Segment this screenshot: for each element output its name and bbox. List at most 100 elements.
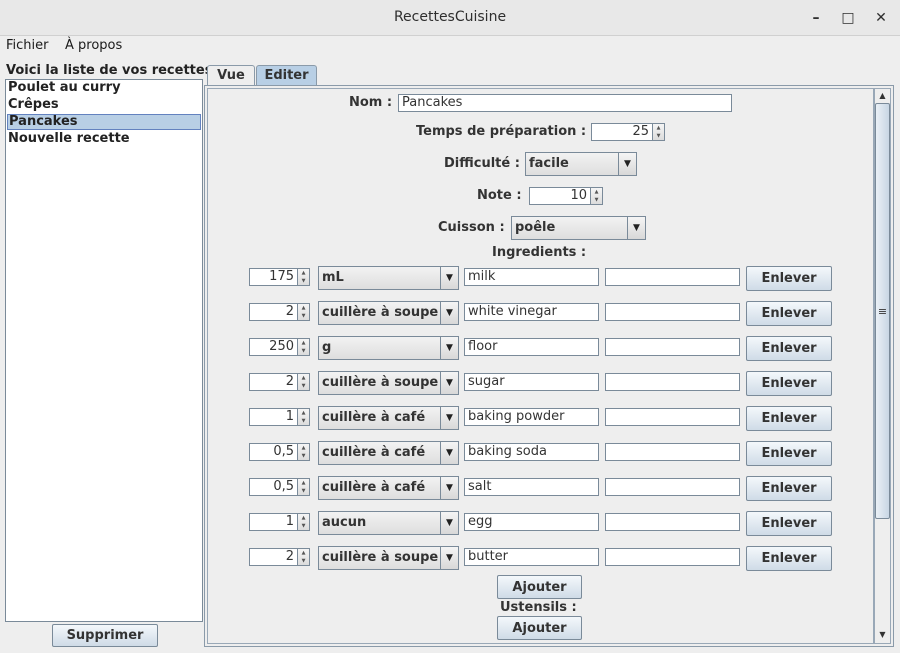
ingredient-unit-combo[interactable]: g ▼ [318, 336, 459, 360]
add-ingredient-button[interactable]: Ajouter [497, 575, 582, 599]
spin-down-icon[interactable]: ▼ [302, 313, 306, 319]
ingredient-extra-field[interactable] [605, 443, 740, 461]
recipe-item-crepes[interactable]: Crêpes [7, 97, 201, 113]
ingredient-name-field[interactable]: baking soda [464, 443, 599, 461]
spin-up-icon[interactable]: ▲ [302, 480, 306, 486]
maximize-button[interactable]: □ [838, 8, 858, 28]
spin-up-icon[interactable]: ▲ [302, 375, 306, 381]
ingredient-quantity-field[interactable]: 1 [249, 408, 298, 426]
ingredient-quantity-spinner[interactable]: ▲ ▼ [298, 268, 310, 286]
spin-down-icon[interactable]: ▼ [302, 558, 306, 564]
spin-up-icon[interactable]: ▲ [657, 125, 661, 131]
spin-up-icon[interactable]: ▲ [302, 515, 306, 521]
remove-ingredient-button[interactable]: Enlever [746, 546, 832, 571]
ingredient-quantity-field[interactable]: 175 [249, 268, 298, 286]
spin-down-icon[interactable]: ▼ [657, 133, 661, 139]
temps-field[interactable]: 25 [591, 123, 653, 141]
spin-up-icon[interactable]: ▲ [302, 410, 306, 416]
ingredient-name-field[interactable]: milk [464, 268, 599, 286]
cuisson-combo[interactable]: poêle ▼ [511, 216, 646, 240]
chevron-down-icon[interactable]: ▼ [440, 407, 458, 429]
ingredient-name-field[interactable]: floor [464, 338, 599, 356]
ingredient-extra-field[interactable] [605, 408, 740, 426]
chevron-down-icon[interactable]: ▼ [440, 442, 458, 464]
ingredient-name-field[interactable]: egg [464, 513, 599, 531]
remove-ingredient-button[interactable]: Enlever [746, 336, 832, 361]
ingredient-quantity-field[interactable]: 2 [249, 303, 298, 321]
ingredient-quantity-field[interactable]: 0,5 [249, 478, 298, 496]
ingredient-quantity-spinner[interactable]: ▲ ▼ [298, 548, 310, 566]
ingredient-quantity-spinner[interactable]: ▲ ▼ [298, 443, 310, 461]
menu-fichier[interactable]: Fichier [6, 38, 49, 53]
ingredient-name-field[interactable]: butter [464, 548, 599, 566]
temps-spinner[interactable]: ▲ ▼ [653, 123, 665, 141]
spin-down-icon[interactable]: ▼ [302, 418, 306, 424]
ingredient-quantity-spinner[interactable]: ▲ ▼ [298, 513, 310, 531]
recipe-item-nouvelle[interactable]: Nouvelle recette [7, 131, 201, 147]
add-ustensil-button[interactable]: Ajouter [497, 616, 582, 640]
spin-down-icon[interactable]: ▼ [302, 383, 306, 389]
remove-ingredient-button[interactable]: Enlever [746, 511, 832, 536]
ingredient-extra-field[interactable] [605, 478, 740, 496]
chevron-down-icon[interactable]: ▼ [440, 512, 458, 534]
ingredient-unit-combo[interactable]: cuillère à soupe ▼ [318, 546, 459, 570]
note-field[interactable]: 10 [529, 187, 591, 205]
menu-apropos[interactable]: À propos [65, 38, 122, 53]
remove-ingredient-button[interactable]: Enlever [746, 441, 832, 466]
ingredient-quantity-field[interactable]: 0,5 [249, 443, 298, 461]
close-button[interactable]: ✕ [871, 8, 891, 28]
ingredient-extra-field[interactable] [605, 268, 740, 286]
spin-down-icon[interactable]: ▼ [302, 523, 306, 529]
ingredient-name-field[interactable]: sugar [464, 373, 599, 391]
recipe-list[interactable]: Poulet au curry Crêpes Pancakes Nouvelle… [5, 79, 203, 622]
minimize-button[interactable]: – [806, 8, 826, 28]
chevron-down-icon[interactable]: ▼ [618, 153, 636, 175]
ingredient-extra-field[interactable] [605, 338, 740, 356]
remove-ingredient-button[interactable]: Enlever [746, 301, 832, 326]
ingredient-unit-combo[interactable]: mL ▼ [318, 266, 459, 290]
spin-up-icon[interactable]: ▲ [302, 305, 306, 311]
chevron-down-icon[interactable]: ▼ [440, 267, 458, 289]
ingredient-name-field[interactable]: white vinegar [464, 303, 599, 321]
remove-ingredient-button[interactable]: Enlever [746, 476, 832, 501]
spin-down-icon[interactable]: ▼ [302, 278, 306, 284]
delete-recipe-button[interactable]: Supprimer [52, 624, 158, 647]
ingredient-quantity-spinner[interactable]: ▲ ▼ [298, 478, 310, 496]
note-spinner[interactable]: ▲ ▼ [591, 187, 603, 205]
ingredient-unit-combo[interactable]: cuillère à café ▼ [318, 476, 459, 500]
spin-up-icon[interactable]: ▲ [302, 550, 306, 556]
ingredient-quantity-field[interactable]: 250 [249, 338, 298, 356]
ingredient-quantity-field[interactable]: 2 [249, 373, 298, 391]
chevron-down-icon[interactable]: ▼ [440, 547, 458, 569]
chevron-down-icon[interactable]: ▼ [627, 217, 645, 239]
chevron-down-icon[interactable]: ▼ [440, 477, 458, 499]
ingredient-extra-field[interactable] [605, 373, 740, 391]
spin-down-icon[interactable]: ▼ [595, 197, 599, 203]
ingredient-extra-field[interactable] [605, 303, 740, 321]
tab-vue[interactable]: Vue [207, 65, 255, 86]
spin-up-icon[interactable]: ▲ [595, 189, 599, 195]
remove-ingredient-button[interactable]: Enlever [746, 406, 832, 431]
chevron-down-icon[interactable]: ▼ [440, 302, 458, 324]
scroll-up-icon[interactable]: ▲ [875, 89, 890, 103]
chevron-down-icon[interactable]: ▼ [440, 372, 458, 394]
spin-up-icon[interactable]: ▲ [302, 445, 306, 451]
remove-ingredient-button[interactable]: Enlever [746, 371, 832, 396]
chevron-down-icon[interactable]: ▼ [440, 337, 458, 359]
ingredient-unit-combo[interactable]: cuillère à soupe ▼ [318, 371, 459, 395]
recipe-item-poulet[interactable]: Poulet au curry [7, 80, 201, 96]
scroll-down-icon[interactable]: ▼ [875, 628, 890, 642]
ingredient-quantity-spinner[interactable]: ▲ ▼ [298, 408, 310, 426]
spin-down-icon[interactable]: ▼ [302, 453, 306, 459]
ingredient-quantity-spinner[interactable]: ▲ ▼ [298, 338, 310, 356]
recipe-item-pancakes[interactable]: Pancakes [7, 114, 201, 130]
difficulte-combo[interactable]: facile ▼ [525, 152, 637, 176]
spin-down-icon[interactable]: ▼ [302, 488, 306, 494]
ingredient-extra-field[interactable] [605, 513, 740, 531]
ingredient-quantity-field[interactable]: 1 [249, 513, 298, 531]
ingredient-quantity-spinner[interactable]: ▲ ▼ [298, 373, 310, 391]
ingredient-unit-combo[interactable]: aucun ▼ [318, 511, 459, 535]
ingredient-quantity-spinner[interactable]: ▲ ▼ [298, 303, 310, 321]
ingredient-unit-combo[interactable]: cuillère à soupe ▼ [318, 301, 459, 325]
spin-down-icon[interactable]: ▼ [302, 348, 306, 354]
